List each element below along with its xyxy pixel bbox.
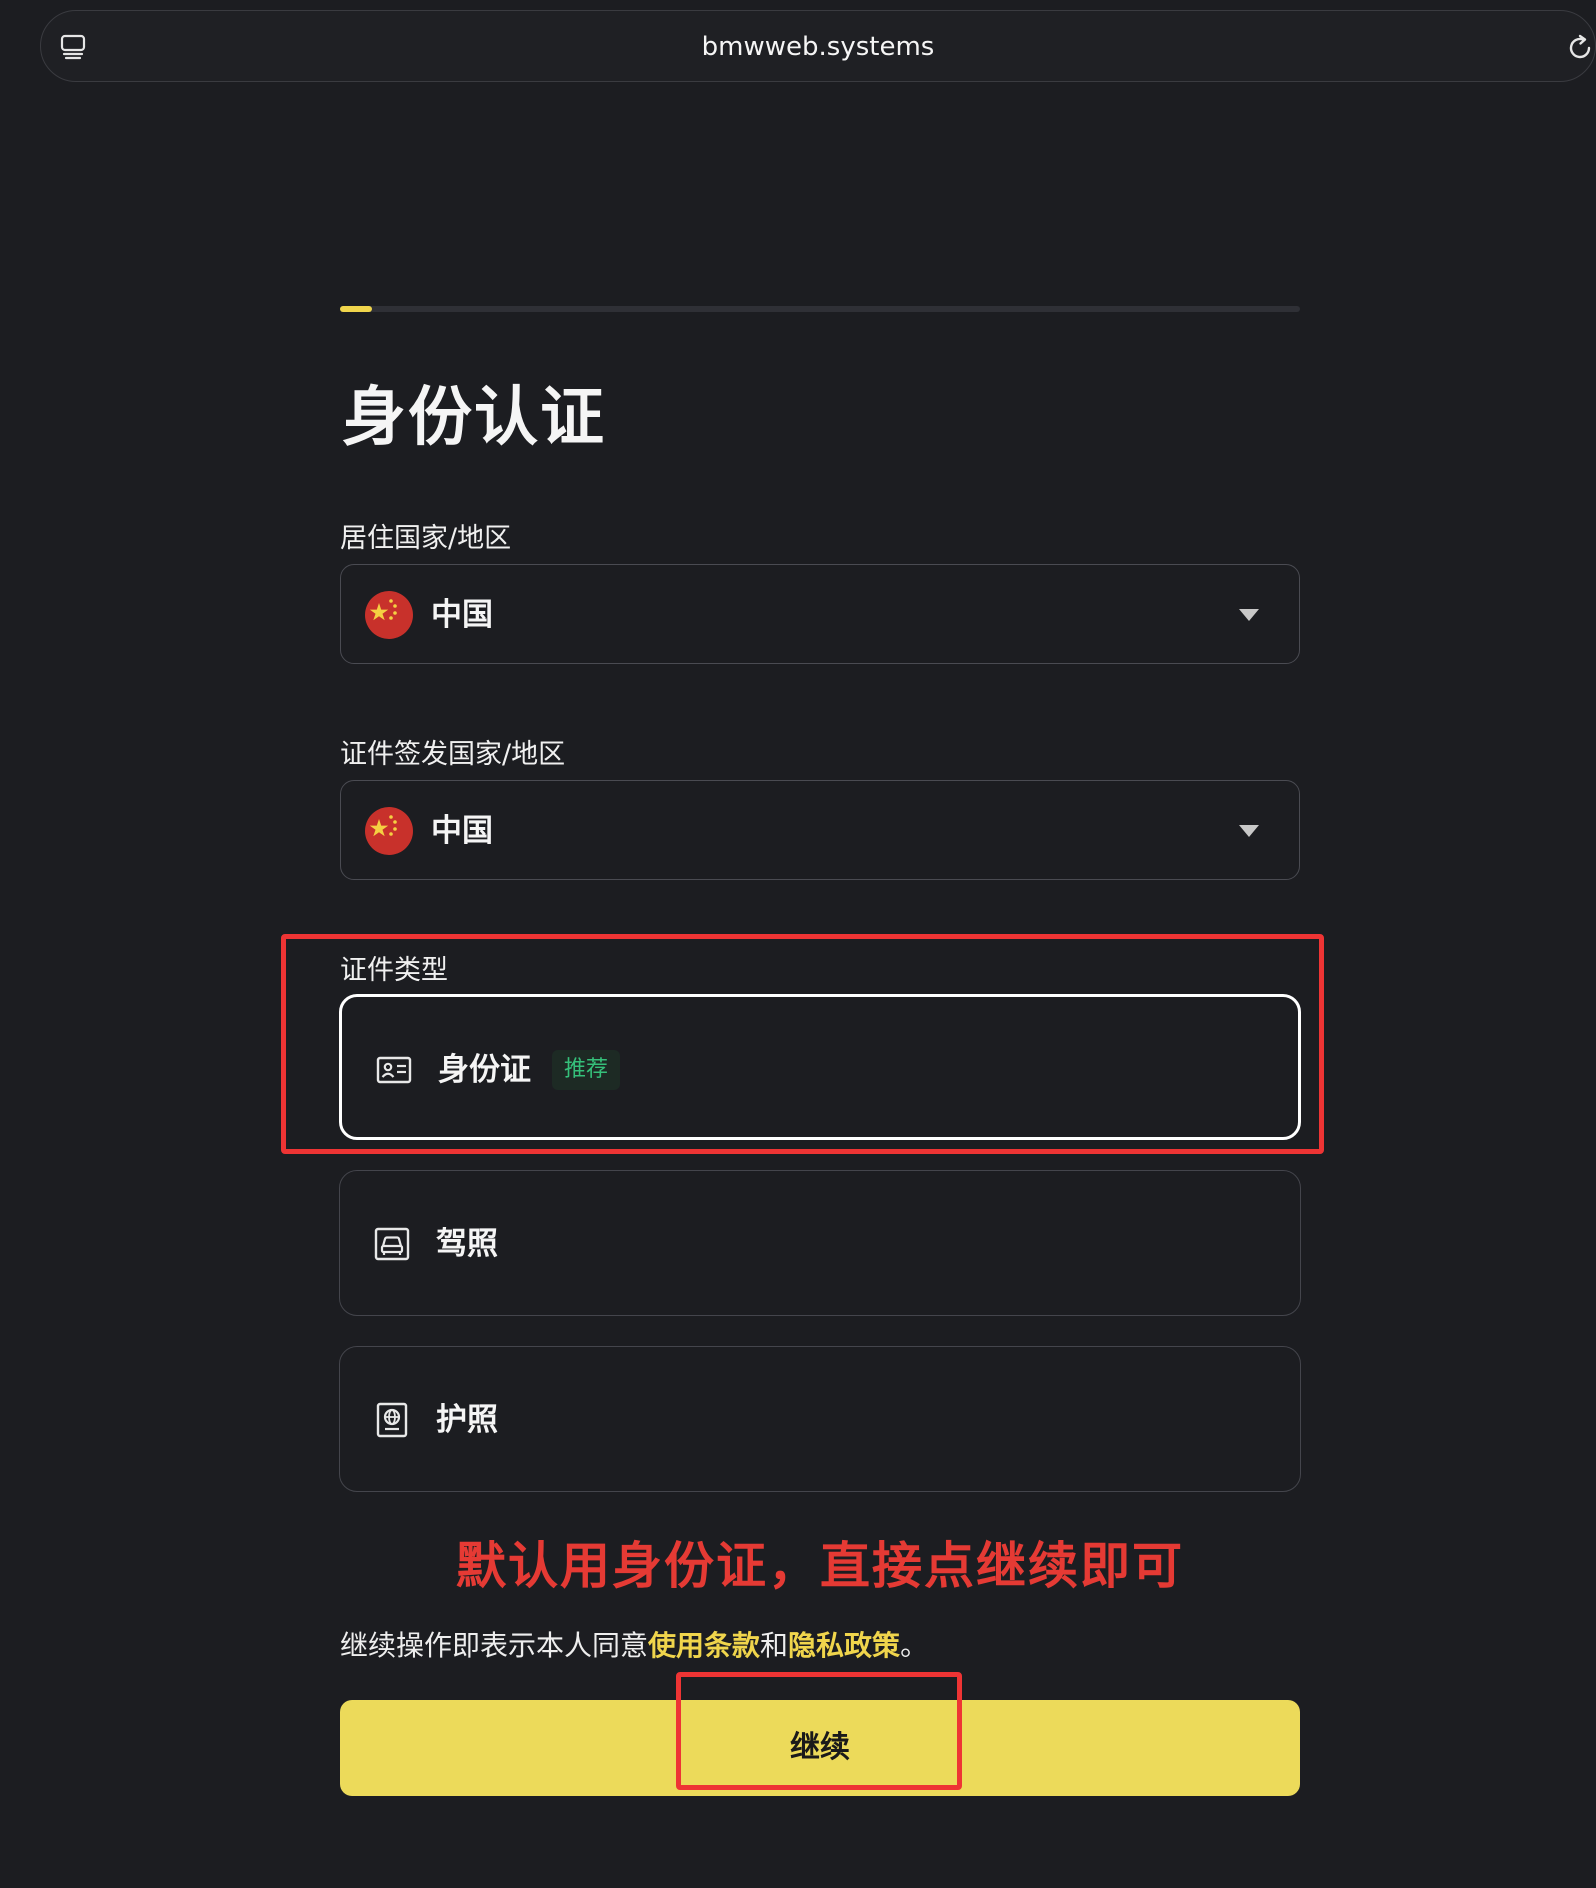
address-bar[interactable]: bmwweb.systems xyxy=(40,10,1596,82)
issuing-label: 证件签发国家/地区 xyxy=(340,739,566,770)
doc-option-driver-license[interactable]: 驾照 xyxy=(339,1170,1301,1316)
annotation-text: 默认用身份证，直接点继续即可 xyxy=(456,1537,1184,1595)
passport-icon xyxy=(376,1402,408,1438)
annotation-highlight-box xyxy=(676,1672,962,1790)
residence-value: 中国 xyxy=(431,597,493,633)
terms-text: 继续操作即表示本人同意使用条款和隐私政策。 xyxy=(340,1624,928,1664)
residence-label: 居住国家/地区 xyxy=(340,523,512,554)
doc-option-label: 护照 xyxy=(436,1402,498,1438)
driver-license-icon xyxy=(374,1227,410,1261)
chevron-down-icon xyxy=(1239,609,1259,621)
issuing-select[interactable]: 中国 xyxy=(340,780,1300,880)
terms-conj: 和 xyxy=(760,1629,789,1662)
url-text[interactable]: bmwweb.systems xyxy=(41,11,1595,83)
annotation-highlight-box xyxy=(281,934,1324,1154)
page-title: 身份认证 xyxy=(342,381,606,455)
progress-fill xyxy=(340,306,372,312)
doc-option-passport[interactable]: 护照 xyxy=(339,1346,1301,1492)
doc-option-label: 驾照 xyxy=(436,1226,498,1262)
chevron-down-icon xyxy=(1239,825,1259,837)
reload-icon[interactable] xyxy=(1565,33,1595,63)
page: bmwweb.systems 身份认证 居住国家/地区 中国 证件签发国家/地区 xyxy=(0,0,1596,1888)
terms-prefix: 继续操作即表示本人同意 xyxy=(340,1629,649,1662)
progress-bar xyxy=(340,306,1300,312)
china-flag-icon xyxy=(365,591,413,639)
terms-of-use-link[interactable]: 使用条款 xyxy=(648,1629,760,1662)
issuing-value: 中国 xyxy=(431,813,493,849)
privacy-policy-link[interactable]: 隐私政策 xyxy=(788,1629,900,1662)
terms-suffix: 。 xyxy=(900,1629,929,1662)
residence-select[interactable]: 中国 xyxy=(340,564,1300,664)
china-flag-icon xyxy=(365,807,413,855)
